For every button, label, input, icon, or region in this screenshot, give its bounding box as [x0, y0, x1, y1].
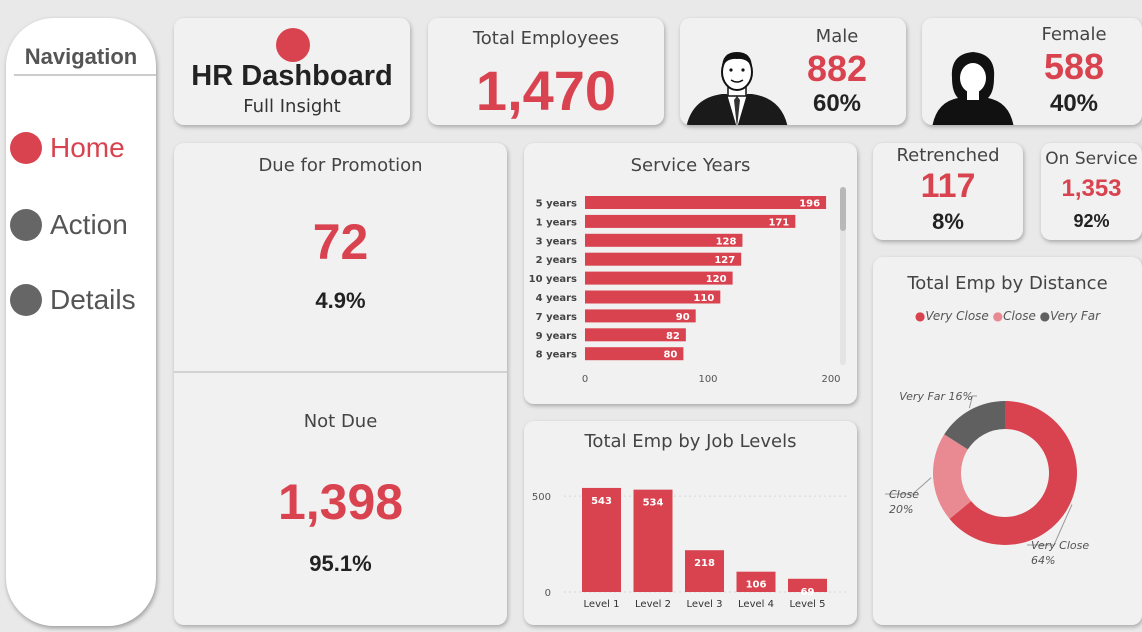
- total-employees-card: Total Employees 1,470: [428, 18, 664, 125]
- page-title: HR Dashboard: [191, 60, 393, 92]
- category-label: 10 years: [529, 274, 577, 285]
- home-dot-icon: [10, 132, 42, 164]
- promotion-divider: [174, 371, 507, 373]
- due-promotion-value: 72: [312, 214, 369, 270]
- nav-item-label: Action: [50, 209, 128, 240]
- x-tick-label: 0: [582, 374, 588, 385]
- female-label: Female: [1041, 24, 1107, 45]
- data-label: 110: [693, 293, 714, 304]
- male-value: 882: [806, 48, 868, 89]
- bar: [585, 196, 827, 209]
- slice-label: Close: [889, 488, 919, 501]
- nav-item-home[interactable]: Home: [10, 132, 125, 164]
- retrenched-value: 117: [920, 167, 976, 205]
- data-label: 82: [666, 331, 680, 342]
- job-levels-card: Total Emp by Job Levels 0 500 543 Level 1 53…: [524, 421, 857, 625]
- retrenched-label: Retrenched: [896, 145, 1000, 166]
- female-card: Female 588 40%: [922, 18, 1142, 125]
- male-card: Male 882 60%: [680, 18, 906, 125]
- service-years-card: Service Years 5 years 196 1 years 171 3 year…: [524, 143, 857, 404]
- data-label: 543: [591, 496, 612, 507]
- category-label: 1 years: [536, 217, 577, 228]
- bar: [585, 214, 796, 228]
- man-icon: [686, 52, 788, 125]
- slice-label: Very Far 16%: [899, 390, 973, 403]
- due-promotion-label: Due for Promotion: [258, 155, 423, 176]
- on-service-card: On Service 1,353 92%: [1041, 143, 1142, 240]
- promotion-card: Due for Promotion 72 4.9% Not Due 1,398 …: [174, 143, 507, 625]
- category-label: 3 years: [536, 236, 577, 247]
- slice-label: 20%: [889, 503, 913, 516]
- data-label: 127: [714, 255, 735, 266]
- not-due-pct: 95.1%: [309, 551, 372, 576]
- female-pct: 40%: [1049, 90, 1099, 117]
- category-label: 2 years: [536, 255, 577, 266]
- category-label: 7 years: [536, 312, 577, 323]
- bar: [685, 550, 724, 592]
- data-label: 120: [706, 274, 727, 285]
- data-label: 218: [694, 558, 715, 569]
- data-label: 534: [643, 498, 664, 509]
- male-label: Male: [815, 26, 859, 47]
- retrenched-card: Retrenched 117 8%: [873, 143, 1023, 240]
- chart-scrollbar-thumb[interactable]: [840, 187, 846, 231]
- data-label: 80: [663, 350, 677, 361]
- due-promotion-pct: 4.9%: [315, 288, 366, 313]
- total-employees-value: 1,470: [475, 59, 617, 122]
- category-label: 5 years: [536, 199, 577, 210]
- action-dot-icon: [10, 209, 42, 241]
- female-value: 588: [1043, 46, 1105, 87]
- navigation-panel: Navigation Home Action Details: [6, 18, 156, 626]
- category-label: Level 3: [687, 599, 723, 610]
- details-dot-icon: [10, 284, 42, 316]
- nav-item-details[interactable]: Details: [10, 284, 136, 316]
- retrenched-pct: 8%: [932, 209, 964, 234]
- on-service-pct: 92%: [1073, 211, 1110, 231]
- not-due-label: Not Due: [303, 411, 378, 432]
- distance-card: Total Emp by Distance ●Very Close ●Close…: [873, 257, 1142, 625]
- x-tick-label: 200: [821, 374, 840, 385]
- slice-label: 64%: [1031, 554, 1055, 567]
- woman-icon: [932, 52, 1014, 125]
- category-label: Level 1: [584, 599, 620, 610]
- category-label: 8 years: [536, 350, 577, 361]
- nav-divider: [14, 74, 156, 76]
- not-due-value: 1,398: [277, 474, 404, 530]
- category-label: 4 years: [536, 293, 577, 304]
- category-label: Level 4: [738, 599, 774, 610]
- data-label: 196: [799, 199, 820, 210]
- data-label: 171: [768, 217, 789, 228]
- y-tick-label: 500: [532, 492, 551, 503]
- on-service-value: 1,353: [1061, 175, 1122, 202]
- data-label: 90: [676, 312, 690, 323]
- x-tick-label: 100: [698, 374, 717, 385]
- nav-item-label: Home: [50, 132, 125, 163]
- page-subtitle: Full Insight: [243, 96, 341, 117]
- job-levels-chart: 0 500 543 Level 1 534 Level 2 218 Level 3 106 Lev…: [532, 487, 846, 610]
- nav-item-action[interactable]: Action: [10, 209, 128, 241]
- y-tick-label: 0: [545, 588, 551, 599]
- data-label: 128: [716, 236, 737, 247]
- data-label: 69: [801, 587, 815, 598]
- service-years-chart: 5 years 196 1 years 171 3 years 128 2 years 127…: [529, 187, 846, 385]
- total-employees-label: Total Employees: [472, 28, 620, 49]
- category-label: 9 years: [536, 331, 577, 342]
- header-card: HR Dashboard Full Insight: [174, 18, 410, 125]
- category-label: Level 2: [635, 599, 671, 610]
- distance-donut-chart: Very Close 64% Close 20% Very Far 16%: [885, 390, 1089, 567]
- logo-dot-icon: [276, 28, 310, 62]
- nav-item-label: Details: [50, 284, 136, 315]
- on-service-label: On Service: [1045, 149, 1138, 169]
- category-label: Level 5: [790, 599, 826, 610]
- nav-title: Navigation: [24, 44, 138, 69]
- male-pct: 60%: [812, 90, 862, 117]
- data-label: 106: [746, 580, 767, 591]
- slice-label: Very Close: [1031, 539, 1089, 552]
